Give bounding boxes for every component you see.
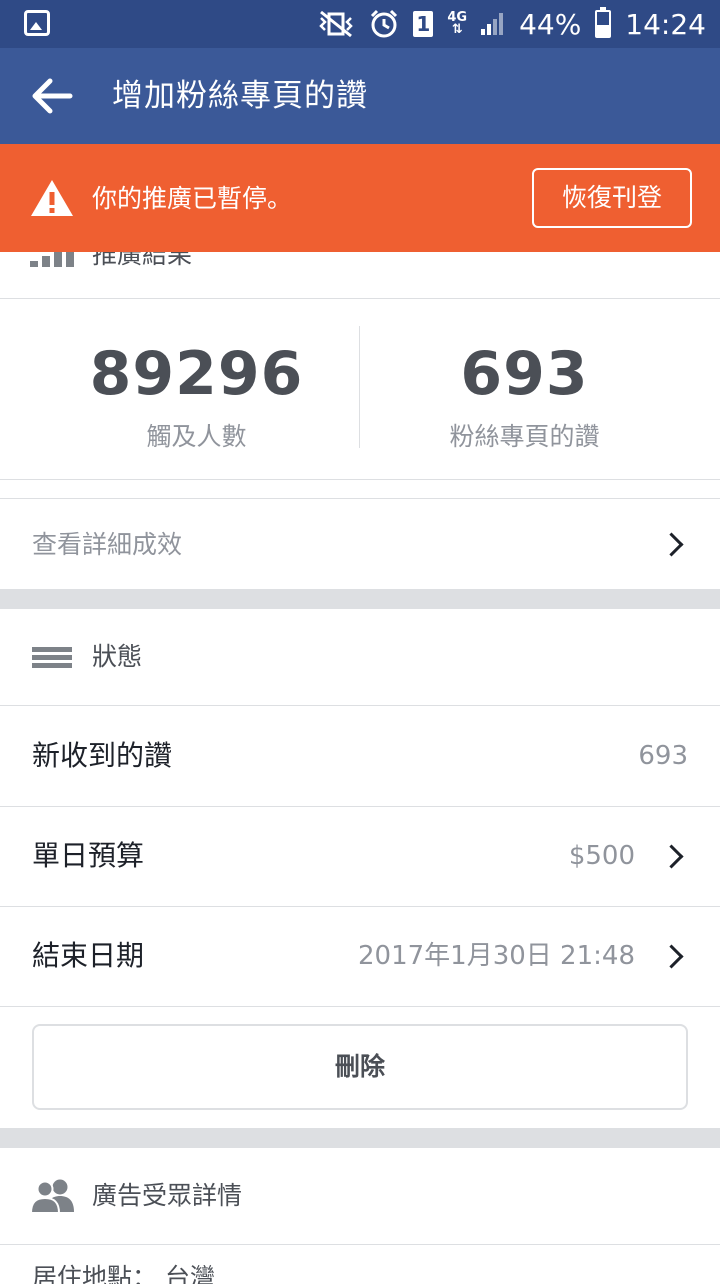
new-likes-value: 693 (638, 741, 688, 771)
view-details-link[interactable]: 查看詳細成效 (0, 499, 720, 589)
chevron-right-icon (659, 944, 684, 969)
resume-button[interactable]: 恢復刊登 (532, 168, 692, 228)
paused-alert-banner: 你的推廣已暫停。 恢復刊登 (0, 144, 720, 252)
daily-budget-row[interactable]: 單日預算 $500 (0, 806, 720, 907)
section-separator (0, 1128, 720, 1148)
signal-icon (481, 13, 505, 35)
status-section-header: 狀態 (0, 609, 720, 706)
results-title: 推廣結果 (92, 252, 193, 269)
location-text: 居住地點： 台灣 (32, 1263, 215, 1284)
reach-stat: 89296 觸及人數 (17, 299, 376, 479)
bar-chart-icon (30, 252, 76, 267)
gallery-icon (24, 10, 50, 36)
new-likes-label: 新收到的讚 (32, 739, 173, 772)
network-type: 4G ⇅ (447, 10, 468, 37)
divider (0, 480, 720, 499)
status-bar: 1 4G ⇅ 44% 14:24 (0, 0, 720, 48)
audience-section-header: 廣告受眾詳情 (0, 1148, 720, 1245)
end-date-row[interactable]: 結束日期 2017年1月30日 21:48 (0, 906, 720, 1007)
reach-label: 觸及人數 (146, 422, 247, 451)
people-icon (30, 1179, 74, 1214)
location-row: 居住地點： 台灣 (0, 1244, 720, 1284)
page-likes-stat: 693 粉絲專頁的讚 (345, 299, 704, 479)
status-section-title: 狀態 (92, 642, 143, 671)
page-likes-value: 693 (460, 339, 589, 409)
status-icons: 1 4G ⇅ 44% 14:24 (317, 0, 706, 48)
daily-budget-label: 單日預算 (32, 839, 145, 872)
end-date-value: 2017年1月30日 21:48 (358, 941, 635, 971)
app-bar: 增加粉絲專頁的讚 (0, 48, 720, 144)
network-label: 4G (447, 10, 468, 25)
stats-panel: 89296 觸及人數 693 粉絲專頁的讚 (0, 299, 720, 480)
battery-icon (595, 7, 612, 38)
page-title: 增加粉絲專頁的讚 (112, 78, 368, 114)
delete-button[interactable]: 刪除 (32, 1024, 688, 1110)
daily-budget-value: $500 (568, 841, 635, 871)
chevron-right-icon (659, 532, 684, 557)
view-details-label: 查看詳細成效 (32, 530, 183, 559)
battery-percent: 44% (519, 7, 582, 41)
clock: 14:24 (625, 7, 706, 41)
reach-value: 89296 (89, 339, 304, 409)
alert-message: 你的推廣已暫停。 (92, 184, 293, 213)
chevron-right-icon (659, 844, 684, 869)
arrow-left-icon[interactable] (30, 76, 74, 116)
page-likes-label: 粉絲專頁的讚 (449, 422, 600, 451)
end-date-label: 結束日期 (32, 939, 145, 972)
battery-fill (597, 25, 610, 36)
alarm-icon (371, 9, 398, 38)
list-icon (32, 647, 72, 669)
results-header: 推廣結果 (0, 252, 720, 299)
audience-section-title: 廣告受眾詳情 (92, 1181, 243, 1210)
sim-icon: 1 (413, 11, 434, 37)
section-separator (0, 589, 720, 609)
warning-icon (31, 180, 73, 216)
new-likes-row: 新收到的讚 693 (0, 706, 720, 807)
vibrate-mute-icon (319, 10, 354, 38)
